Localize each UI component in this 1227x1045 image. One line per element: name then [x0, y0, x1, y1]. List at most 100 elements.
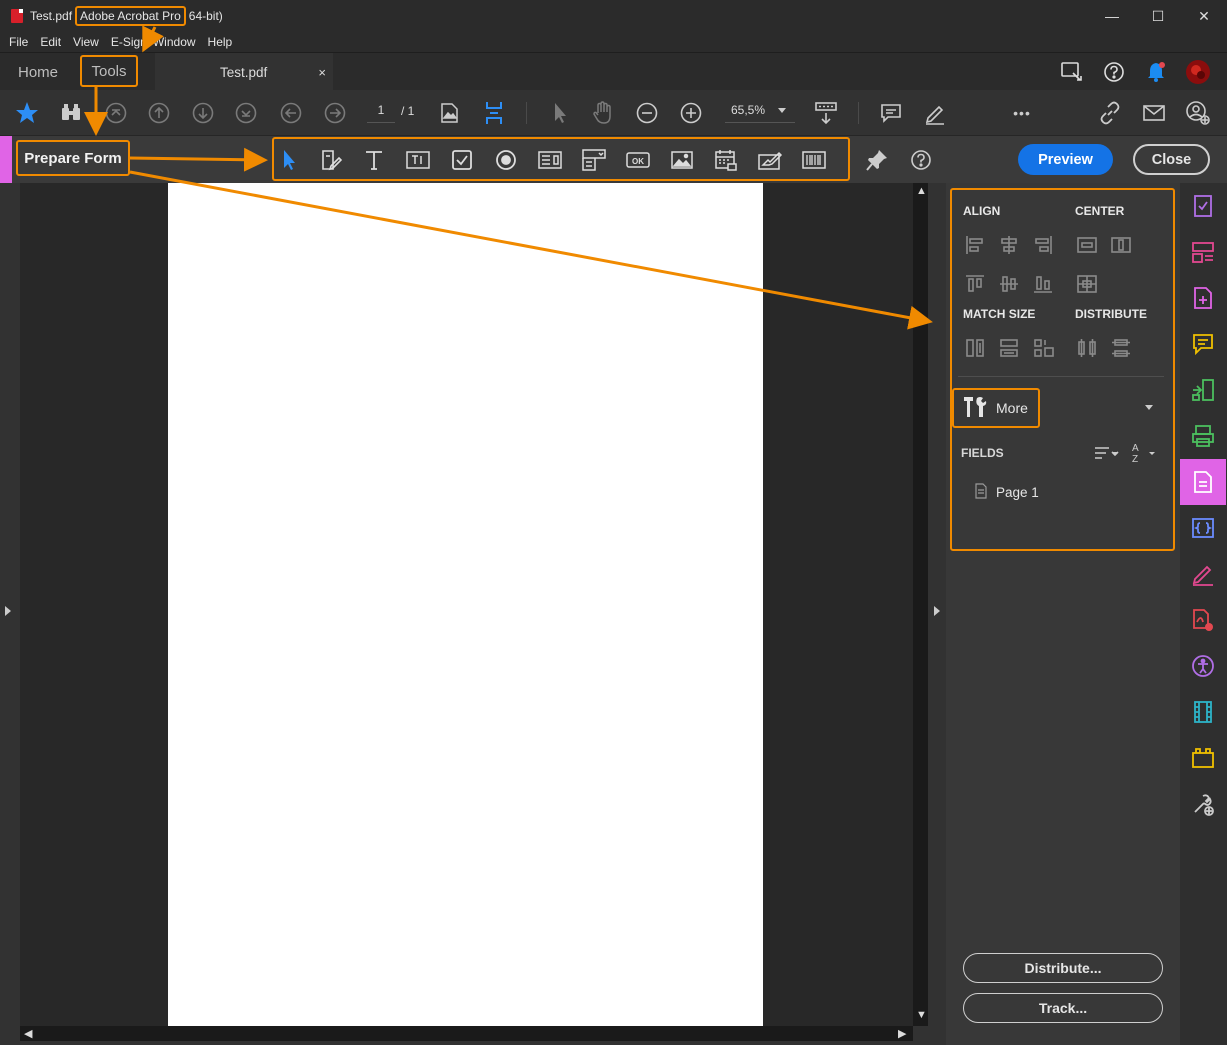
distribute-vertical-icon[interactable] [1109, 336, 1133, 360]
highlight-pen-icon[interactable] [921, 99, 949, 127]
share-icon[interactable] [1059, 59, 1085, 85]
align-middle-icon[interactable] [997, 272, 1021, 296]
radio-button-icon[interactable] [493, 147, 519, 173]
prepare-form-icon[interactable] [1189, 468, 1217, 496]
scroll-left-icon[interactable]: ◀ [24, 1027, 32, 1040]
signature-field-icon[interactable] [757, 147, 783, 173]
zoom-level-select[interactable]: 65,5% [725, 103, 795, 123]
add-text-icon[interactable] [361, 147, 387, 173]
notification-bell-icon[interactable] [1143, 59, 1169, 85]
menu-edit[interactable]: Edit [34, 35, 67, 49]
more-button[interactable]: More [952, 388, 1040, 428]
align-center-horizontal-icon[interactable] [997, 233, 1021, 257]
horizontal-scrollbar[interactable]: ◀ ▶ [20, 1026, 913, 1041]
menu-esign[interactable]: E-Sign [105, 35, 153, 49]
zoom-out-icon[interactable] [633, 99, 661, 127]
menu-window[interactable]: Window [153, 35, 202, 49]
chevron-down-icon[interactable] [1145, 405, 1153, 410]
maximize-button[interactable]: ☐ [1135, 0, 1181, 32]
action-wizard-icon[interactable] [1189, 744, 1217, 772]
track-button[interactable]: Track... [963, 993, 1163, 1023]
scroll-right-icon[interactable]: ▶ [898, 1027, 906, 1040]
hand-tool-icon[interactable] [589, 99, 617, 127]
distribute-horizontal-icon[interactable] [1075, 336, 1099, 360]
edit-form-icon[interactable] [318, 147, 344, 173]
accessibility-icon[interactable] [1189, 652, 1217, 680]
match-height-icon[interactable] [963, 336, 987, 360]
pin-icon[interactable] [864, 147, 890, 173]
fill-sign-icon[interactable] [1189, 192, 1217, 220]
create-pdf-icon[interactable] [1189, 284, 1217, 312]
checkbox-icon[interactable] [449, 147, 475, 173]
align-bottom-icon[interactable] [1031, 272, 1055, 296]
distribute-button[interactable]: Distribute... [963, 953, 1163, 983]
center-vertical-icon[interactable] [1109, 233, 1133, 257]
vertical-scrollbar[interactable]: ▲ ▼ [913, 183, 928, 1026]
window-close-button[interactable]: ✕ [1181, 0, 1227, 32]
request-signature-icon[interactable] [1189, 560, 1217, 588]
comment-icon[interactable] [877, 99, 905, 127]
protect-pdf-icon[interactable] [1189, 606, 1217, 634]
tab-close-button[interactable]: × [318, 65, 326, 80]
tab-tools[interactable]: Tools [80, 55, 138, 87]
previous-page-icon[interactable] [145, 99, 173, 127]
share-user-icon[interactable] [1184, 99, 1212, 127]
first-page-icon[interactable] [102, 99, 130, 127]
button-field-icon[interactable]: OK [625, 147, 651, 173]
preview-button[interactable]: Preview [1018, 144, 1113, 175]
menu-file[interactable]: File [3, 35, 34, 49]
date-field-icon[interactable] [713, 147, 739, 173]
fit-page-icon[interactable] [812, 99, 840, 127]
left-panel-toggle-icon[interactable] [5, 606, 11, 616]
center-horizontal-icon[interactable] [1075, 233, 1099, 257]
export-pdf-icon[interactable] [1189, 376, 1217, 404]
zoom-in-icon[interactable] [677, 99, 705, 127]
help-icon[interactable] [1101, 59, 1127, 85]
dropdown-field-icon[interactable] [581, 147, 607, 173]
select-object-icon[interactable] [276, 147, 302, 173]
star-icon[interactable] [13, 99, 41, 127]
last-page-icon[interactable] [232, 99, 260, 127]
back-icon[interactable] [277, 99, 305, 127]
link-icon[interactable] [1096, 99, 1124, 127]
minimize-button[interactable]: — [1089, 0, 1135, 32]
menu-help[interactable]: Help [202, 35, 239, 49]
binoculars-icon[interactable] [57, 99, 85, 127]
align-left-icon[interactable] [963, 233, 987, 257]
page-number-input[interactable]: 1 [367, 103, 395, 123]
sort-alphabetical-icon[interactable]: AZ [1128, 441, 1158, 465]
right-panel-toggle-icon[interactable] [934, 606, 940, 616]
rich-media-icon[interactable] [1189, 698, 1217, 726]
scroll-down-icon[interactable]: ▼ [916, 1009, 927, 1021]
more-tools-add-icon[interactable] [1189, 790, 1217, 818]
match-width-icon[interactable] [997, 336, 1021, 360]
align-right-icon[interactable] [1031, 233, 1055, 257]
close-form-button[interactable]: Close [1133, 144, 1210, 175]
pdf-page[interactable] [168, 183, 763, 1026]
menu-view[interactable]: View [67, 35, 105, 49]
more-tools-icon[interactable]: ••• [1008, 99, 1036, 127]
text-field-icon[interactable] [405, 147, 431, 173]
image-field-icon[interactable] [669, 147, 695, 173]
next-page-icon[interactable] [189, 99, 217, 127]
email-icon[interactable] [1140, 99, 1168, 127]
scroll-up-icon[interactable]: ▲ [916, 185, 927, 197]
organize-pages-icon[interactable] [1189, 238, 1217, 266]
barcode-icon[interactable] [801, 147, 827, 173]
center-both-icon[interactable] [1075, 272, 1099, 296]
scroll-mode-icon[interactable] [480, 99, 508, 127]
form-help-icon[interactable] [908, 147, 934, 173]
tab-document[interactable]: Test.pdf × [155, 53, 333, 91]
comment-tool-icon[interactable] [1189, 330, 1217, 358]
align-top-icon[interactable] [963, 272, 987, 296]
forward-icon[interactable] [321, 99, 349, 127]
user-avatar[interactable] [1185, 59, 1211, 85]
list-box-icon[interactable] [537, 147, 563, 173]
sort-icon[interactable] [1092, 441, 1122, 465]
scan-icon[interactable] [1189, 422, 1217, 450]
page-thumbnails-icon[interactable] [436, 99, 464, 127]
tab-home[interactable]: Home [18, 53, 58, 91]
javascript-icon[interactable] [1189, 514, 1217, 542]
match-both-icon[interactable] [1031, 336, 1055, 360]
fields-tree-page[interactable]: Page 1 [974, 483, 1039, 502]
